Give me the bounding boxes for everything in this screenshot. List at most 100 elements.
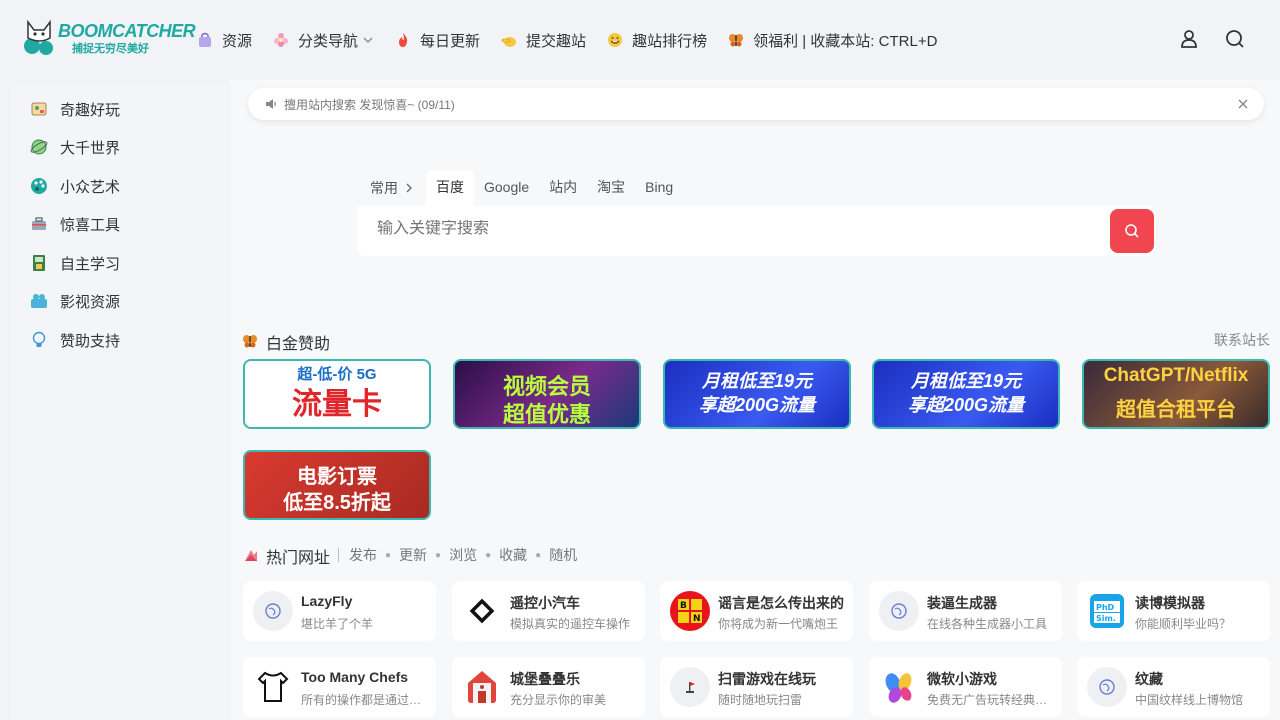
- card-title: 装逼生成器: [927, 595, 997, 611]
- dot-separator: ●: [435, 549, 442, 561]
- user-icon[interactable]: [1178, 28, 1200, 50]
- sidebar-item-label: 大千世界: [60, 139, 121, 157]
- diamond-icon: [462, 591, 502, 631]
- svg-text:N: N: [693, 614, 701, 624]
- tab-baidu[interactable]: 百度: [426, 170, 474, 206]
- card-desc: 你能顺利毕业吗？: [1135, 617, 1232, 631]
- site-card[interactable]: LazyFly 堪比羊了个羊: [243, 581, 436, 641]
- nav-item-bookmark[interactable]: 领福利 | 收藏本站: CTRL+D: [727, 30, 937, 51]
- filter-update[interactable]: 更新: [399, 545, 427, 565]
- notice-bar: 擅用站内搜索 发现惊喜~ (09/11): [248, 88, 1264, 120]
- bn-logo-icon: BN: [670, 591, 710, 631]
- card-title: 微软小游戏: [927, 671, 997, 687]
- card-desc: 所有的操作都是通过键盘完成: [301, 693, 429, 707]
- pointing-hand-icon: [500, 31, 518, 49]
- tab-bing[interactable]: Bing: [635, 170, 683, 206]
- ad-line1: 月租低至19元: [910, 371, 1022, 391]
- ad-banner-data-plan-1[interactable]: 月租低至19元 享超200G流量: [663, 359, 851, 429]
- site-card[interactable]: 装逼生成器 在线各种生成器小工具: [869, 581, 1062, 641]
- card-title: 谣言是怎么传出来的: [718, 595, 844, 611]
- ad-banner-video-vip[interactable]: 视频会员 超值优惠: [453, 359, 641, 429]
- cat-logo-icon: [24, 19, 53, 55]
- ad-line2: 超值优惠: [502, 402, 591, 427]
- filter-publish[interactable]: 发布: [349, 545, 377, 565]
- nav-label: 每日更新: [420, 32, 481, 50]
- card-title: 纹藏: [1135, 671, 1163, 687]
- ad-banner-data-plan-2[interactable]: 月租低至19元 享超200G流量: [872, 359, 1060, 429]
- site-card[interactable]: 扫雷游戏在线玩 随时随地玩扫雷: [660, 657, 853, 717]
- hot-section-title: 热门网址: [242, 544, 330, 568]
- section-title-text: 白金赞助: [266, 336, 331, 353]
- dot-separator: ●: [535, 549, 542, 561]
- sidebar-item-fun[interactable]: 奇趣好玩: [30, 97, 120, 121]
- site-card[interactable]: 遥控小汽车 模拟真实的遥控车操作: [452, 581, 645, 641]
- ad-line1: 电影订票: [297, 466, 377, 488]
- ad-banner-movie-ticket[interactable]: 电影订票 低至8.5折起: [243, 450, 431, 520]
- close-icon[interactable]: [1236, 97, 1250, 111]
- nav-item-resources[interactable]: 资源: [196, 30, 252, 51]
- search-category-label: 常用: [370, 180, 398, 196]
- butterfly-icon: [242, 333, 260, 351]
- logo-subtitle: 捕捉无穷尽美好: [72, 42, 149, 55]
- ad-line2: 低至8.5折起: [283, 492, 391, 514]
- sponsor-section-title: 白金赞助: [242, 330, 330, 354]
- site-card[interactable]: Too Many Chefs 所有的操作都是通过键盘完成: [243, 657, 436, 717]
- site-logo[interactable]: BOOMCATCHER 捕捉无穷尽美好: [20, 16, 196, 58]
- divider: [338, 548, 339, 562]
- sidebar-item-video[interactable]: 影视资源: [30, 289, 120, 313]
- card-desc: 中国纹样线上博物馆: [1135, 693, 1244, 707]
- fire-icon: [394, 31, 412, 49]
- logo-title: BOOMCATCHER: [58, 21, 196, 41]
- nav-item-daily[interactable]: 每日更新: [394, 30, 480, 51]
- filter-random[interactable]: 随机: [549, 545, 577, 565]
- search-icon[interactable]: [1224, 28, 1246, 50]
- ad-banner-data-card[interactable]: 超-低-价 5G 流量卡: [243, 359, 431, 429]
- card-desc: 充分显示你的审美: [510, 693, 607, 707]
- sidebar-item-world[interactable]: 大千世界: [30, 135, 120, 159]
- hot-filters: 发布 ● 更新 ● 浏览 ● 收藏 ● 随机: [338, 545, 577, 565]
- nav-label: 趣站排行榜: [632, 32, 708, 50]
- site-card[interactable]: 城堡叠叠乐 充分显示你的审美: [452, 657, 645, 717]
- sidebar-item-label: 惊喜工具: [60, 216, 121, 234]
- sidebar-item-label: 赞助支持: [60, 332, 121, 350]
- speaker-icon: [264, 97, 278, 111]
- card-desc: 模拟真实的遥控车操作: [510, 617, 631, 631]
- contact-admin-link[interactable]: 联系站长: [1214, 330, 1270, 350]
- globe-placeholder-icon: [879, 591, 919, 631]
- sidebar-item-label: 奇趣好玩: [60, 101, 121, 119]
- sidebar-item-tools[interactable]: 惊喜工具: [30, 212, 120, 236]
- filter-favorites[interactable]: 收藏: [499, 545, 527, 565]
- nav-label: 领福利 | 收藏本站: CTRL+D: [753, 32, 938, 50]
- sidebar-item-sponsor[interactable]: 赞助支持: [30, 328, 120, 352]
- notice-text: 擅用站内搜索 发现惊喜~ (09/11): [284, 97, 455, 112]
- ad-banner-chatgpt-netflix[interactable]: ChatGPT/Netflix 超值合租平台: [1082, 359, 1270, 429]
- site-card[interactable]: 微软小游戏 免费无广告玩转经典游戏: [869, 657, 1062, 717]
- dot-separator: ●: [385, 549, 392, 561]
- sidebar-item-learn[interactable]: 自主学习: [30, 251, 120, 275]
- search-button[interactable]: [1110, 209, 1154, 253]
- nav-item-submit[interactable]: 提交趣站: [500, 30, 586, 51]
- tab-google[interactable]: Google: [474, 170, 539, 206]
- globe-placeholder-icon: [1087, 667, 1127, 707]
- palette-icon: [30, 177, 48, 195]
- sidebar-item-art[interactable]: 小众艺术: [30, 174, 120, 198]
- header: BOOMCATCHER 捕捉无穷尽美好 资源 分类导航 每日更新 提交趣站 趣站…: [0, 0, 1280, 80]
- ad-line1: 月租低至19元: [701, 371, 813, 391]
- nav-item-ranking[interactable]: 趣站排行榜: [606, 30, 707, 51]
- sidebar-item-label: 小众艺术: [60, 178, 121, 196]
- site-card[interactable]: 纹藏 中国纹样线上博物馆: [1077, 657, 1270, 717]
- tab-site[interactable]: 站内: [539, 170, 587, 206]
- nav-item-categories[interactable]: 分类导航: [272, 30, 374, 51]
- search-category[interactable]: 常用: [358, 178, 426, 198]
- chevron-down-icon: [363, 37, 373, 43]
- chef-shirt-icon: [253, 667, 293, 707]
- microsoft-games-icon: [879, 667, 919, 707]
- search-input[interactable]: [377, 220, 1077, 238]
- filter-views[interactable]: 浏览: [449, 545, 477, 565]
- site-card[interactable]: PhD Sim. 读博模拟器 你能顺利毕业吗？: [1077, 581, 1270, 641]
- site-card[interactable]: BN 谣言是怎么传出来的 你将成为新一代嘴炮王: [660, 581, 853, 641]
- globe-icon: [30, 138, 48, 156]
- tab-taobao[interactable]: 淘宝: [587, 170, 635, 206]
- phd-sim-icon: PhD Sim.: [1087, 591, 1127, 631]
- sidebar-item-label: 自主学习: [60, 255, 121, 273]
